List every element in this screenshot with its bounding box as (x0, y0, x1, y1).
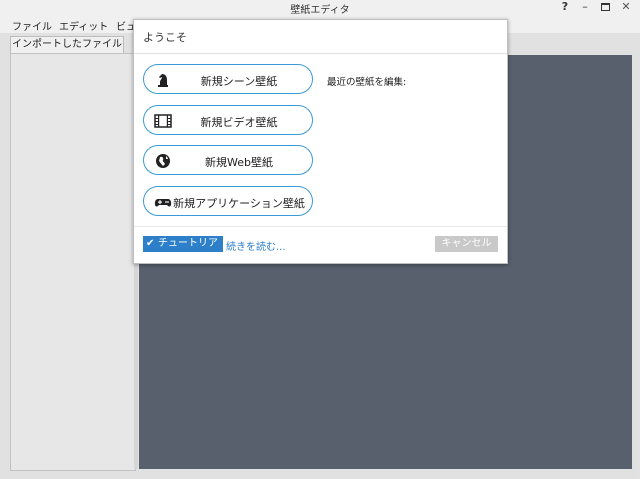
tutorial-button[interactable]: ✔ チュートリアル (143, 236, 223, 265)
new-video-wallpaper-button[interactable]: 新規ビデオ壁紙 (143, 105, 313, 135)
menu-edit[interactable]: エディット (59, 18, 108, 33)
help-button[interactable]: ? (554, 0, 576, 14)
divider (134, 53, 507, 54)
divider (134, 226, 507, 227)
film-icon (154, 114, 172, 128)
new-application-wallpaper-button[interactable]: 新規アプリケーション壁紙 (143, 186, 313, 216)
option-label: 新規ビデオ壁紙 (200, 116, 278, 129)
new-web-wallpaper-button[interactable]: 新規Web壁紙 (143, 145, 313, 175)
tutorial-label: チュートリアル (158, 238, 218, 265)
read-more-link[interactable]: 続きを読む... (226, 238, 286, 253)
gamepad-icon (154, 199, 172, 207)
option-label: 新規Web壁紙 (205, 156, 273, 169)
option-label: 新規アプリケーション壁紙 (173, 197, 305, 210)
window-title: 壁紙エディタ (290, 5, 350, 16)
minimize-button[interactable]: – (574, 0, 596, 14)
title-bar: 壁紙エディタ ? – ✕ (0, 0, 640, 16)
globe-icon (156, 154, 170, 168)
recent-wallpapers-label: 最近の壁紙を編集: (327, 77, 407, 88)
new-scene-wallpaper-button[interactable]: 新規シーン壁紙 (143, 64, 313, 94)
dialog-title: ようこそ (143, 31, 187, 44)
close-button[interactable]: ✕ (612, 0, 640, 14)
welcome-dialog: ようこそ 新規シーン壁紙 新規ビデオ壁紙 新規Web壁紙 新規アプリケーション壁… (133, 19, 508, 265)
cancel-button[interactable]: キャンセル (435, 236, 498, 252)
chess-knight-icon (158, 74, 168, 87)
menu-file[interactable]: ファイル (12, 18, 52, 33)
option-label: 新規シーン壁紙 (200, 75, 278, 88)
checkmark-icon: ✔ (146, 238, 155, 249)
maximize-icon (600, 3, 610, 11)
